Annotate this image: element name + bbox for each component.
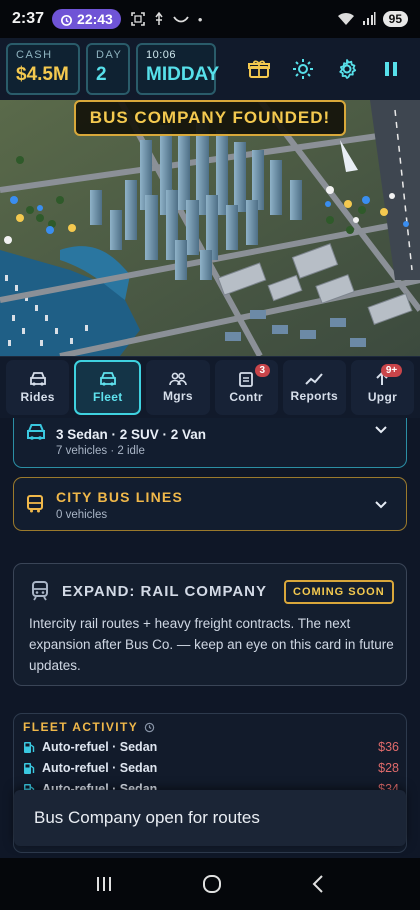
status-bar: 2:37 22:43 • 95: [0, 0, 420, 38]
train-icon: [32, 581, 48, 601]
app-screen: 2:37 22:43 • 95 CASH $4.5M DAY 2 10:06 M…: [0, 0, 420, 910]
pause-button[interactable]: [376, 54, 406, 84]
fuel-icon: [24, 762, 35, 774]
settings-button[interactable]: [332, 54, 362, 84]
activity-text: Auto-refuel · Sedan: [42, 740, 158, 754]
day-stat: DAY 2: [86, 43, 130, 95]
day-value: 2: [96, 64, 107, 85]
city-map-illustration: [0, 100, 420, 356]
gift-button[interactable]: [244, 54, 274, 84]
bus-lines-card[interactable]: CITY BUS LINES 0 vehicles: [13, 477, 407, 531]
system-nav-bar: [0, 858, 420, 910]
status-time: 2:37: [12, 10, 45, 27]
dot-icon: •: [197, 11, 203, 27]
activity-amount: $28: [378, 761, 399, 775]
contracts-badge: 3: [254, 364, 271, 377]
tab-rides-label: Rides: [20, 390, 55, 404]
sun-icon: [293, 59, 313, 79]
clock-stat: 10:06 MIDDAY: [136, 43, 220, 95]
alarm-icon: [61, 14, 73, 26]
alarm-time: 22:43: [77, 11, 113, 27]
clipboard-icon: [239, 372, 253, 387]
car-icon: [29, 372, 46, 386]
gift-icon: [248, 60, 270, 78]
battery-indicator: 95: [382, 11, 408, 27]
clock-period: MIDDAY: [146, 64, 220, 85]
tab-fleet-label: Fleet: [93, 390, 123, 404]
activity-text: Auto-refuel · Sedan: [42, 761, 158, 775]
history-icon[interactable]: [144, 722, 155, 733]
cash-label: CASH: [16, 49, 53, 61]
cash-value: $4.5M: [16, 64, 69, 85]
car-icon: [27, 424, 45, 440]
activity-amount: $36: [378, 740, 399, 754]
cash-stat: CASH $4.5M: [6, 43, 80, 95]
tab-contracts[interactable]: Contr 3: [214, 360, 278, 415]
tab-fleet[interactable]: Fleet: [74, 360, 142, 415]
recent-apps-button[interactable]: [94, 875, 114, 893]
activity-title: FLEET ACTIVITY: [23, 720, 139, 734]
trend-icon: [305, 373, 324, 385]
tab-rides[interactable]: Rides: [6, 360, 70, 415]
bus-lines-detail: 0 vehicles: [56, 509, 108, 521]
rail-title: EXPAND: RAIL COMPANY: [62, 583, 268, 600]
fuel-icon: [24, 741, 35, 753]
top-hud: CASH $4.5M DAY 2 10:06 MIDDAY: [0, 38, 420, 100]
fleet-card[interactable]: 3 Sedan · 2 SUV · 2 Van 7 vehicles · 2 i…: [13, 418, 407, 468]
activity-row: Auto-refuel · Sedan $36: [23, 737, 399, 757]
chevron-down-icon[interactable]: [374, 500, 388, 510]
bottom-tabs: Rides Fleet Mgrs Contr 3 Reports Upgr 9+: [0, 356, 420, 418]
wifi-icon: [337, 12, 354, 25]
signal-icon: [362, 12, 376, 25]
toast-message: Bus Company open for routes: [14, 790, 406, 846]
bus-icon: [27, 495, 43, 513]
hud-buttons: [244, 54, 414, 84]
tab-upgrades[interactable]: Upgr 9+: [350, 360, 415, 415]
tab-managers[interactable]: Mgrs: [146, 360, 210, 415]
notification-icons: •: [131, 11, 203, 27]
chevron-down-icon[interactable]: [374, 425, 388, 435]
system-icons: 95: [337, 11, 408, 27]
pause-icon: [385, 62, 397, 76]
fleet-summary: 3 Sedan · 2 SUV · 2 Van: [56, 427, 207, 442]
city-map[interactable]: [0, 100, 420, 356]
screenshot-icon: [131, 12, 145, 26]
people-icon: [169, 372, 187, 386]
upgrades-badge: 9+: [380, 364, 403, 377]
alarm-chip: 22:43: [52, 9, 121, 29]
coming-soon-badge: COMING SOON: [284, 580, 394, 604]
rail-description: Intercity rail routes + heavy freight co…: [29, 616, 394, 673]
tab-upgrades-label: Upgr: [367, 390, 398, 404]
tab-contracts-label: Contr: [229, 390, 263, 404]
day-label: DAY: [96, 49, 123, 61]
wave-icon: [173, 16, 189, 23]
tab-reports[interactable]: Reports: [282, 360, 346, 415]
event-banner: BUS COMPANY FOUNDED!: [74, 100, 346, 136]
activity-header: FLEET ACTIVITY: [23, 720, 155, 734]
activity-row: Auto-refuel · Sedan $28: [23, 758, 399, 778]
fleet-detail: 7 vehicles · 2 idle: [56, 445, 145, 457]
home-button[interactable]: [202, 874, 222, 894]
bus-lines-title: CITY BUS LINES: [56, 489, 184, 505]
car-icon: [99, 372, 116, 386]
clock-time: 10:06: [146, 49, 177, 61]
back-button[interactable]: [310, 874, 326, 894]
tab-managers-label: Mgrs: [162, 389, 193, 403]
rail-expansion-card: EXPAND: RAIL COMPANY COMING SOON Interci…: [13, 563, 407, 686]
brightness-button[interactable]: [288, 54, 318, 84]
gear-icon: [339, 59, 357, 79]
usb-icon: [155, 12, 163, 25]
tab-reports-label: Reports: [290, 389, 338, 403]
